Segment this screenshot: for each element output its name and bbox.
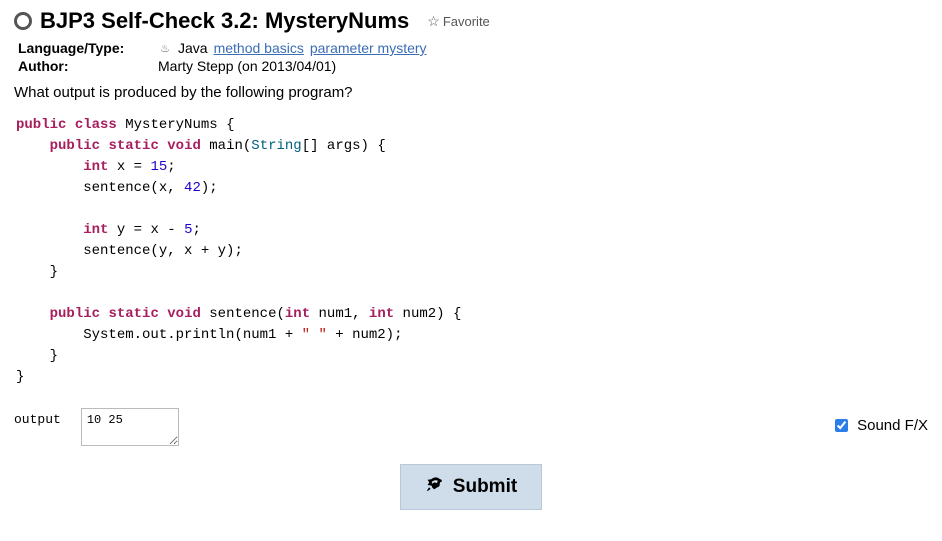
sound-fx-label: Sound F/X: [857, 417, 928, 434]
meta-block: Language/Type: ♨ Java method basics para…: [18, 40, 928, 74]
sound-fx-toggle[interactable]: Sound F/X: [831, 416, 928, 435]
submit-button[interactable]: Submit: [400, 464, 542, 510]
favorite-button[interactable]: ☆ Favorite: [427, 13, 490, 30]
author-label: Author:: [18, 58, 158, 74]
language-type-label: Language/Type:: [18, 40, 158, 56]
java-icon: ♨: [158, 41, 172, 55]
output-input[interactable]: [81, 408, 179, 446]
output-label: output: [14, 408, 61, 427]
sound-fx-checkbox[interactable]: [835, 419, 848, 432]
tag-parameter-mystery[interactable]: parameter mystery: [310, 40, 427, 56]
tag-method-basics[interactable]: method basics: [214, 40, 304, 56]
status-circle-icon: [14, 12, 32, 30]
page-title: BJP3 Self-Check 3.2: MysteryNums: [40, 8, 409, 34]
problem-prompt: What output is produced by the following…: [14, 84, 928, 101]
language-value: Java: [178, 40, 208, 56]
star-icon: ☆: [427, 13, 440, 30]
code-block: public class MysteryNums { public static…: [16, 115, 928, 388]
submit-label: Submit: [453, 476, 517, 498]
favorite-label: Favorite: [443, 14, 490, 29]
author-value: Marty Stepp (on 2013/04/01): [158, 58, 336, 74]
rocket-icon: [425, 475, 443, 499]
